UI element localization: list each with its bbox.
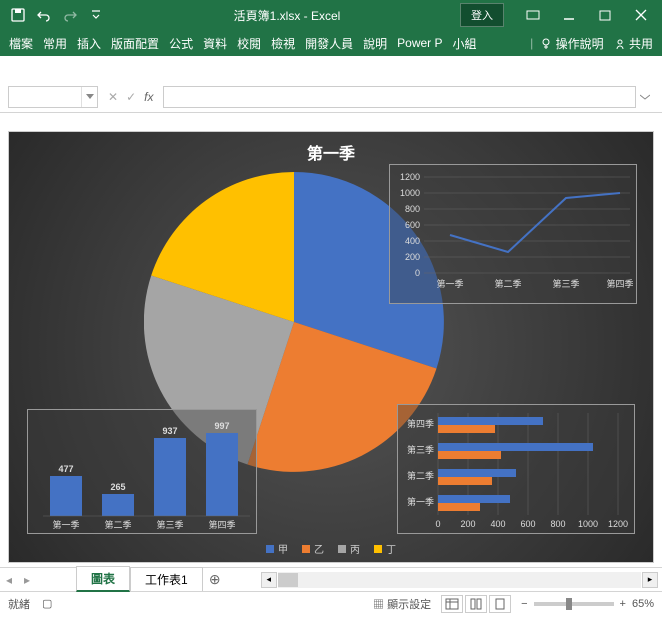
svg-text:第三季: 第三季 — [407, 444, 434, 455]
svg-text:937: 937 — [162, 426, 177, 436]
svg-text:第二季: 第二季 — [104, 519, 131, 530]
column-chart: 477 265 937 997 第一季 第二季 第三季 第四季 — [27, 409, 257, 534]
fx-label[interactable]: fx — [144, 90, 153, 104]
tell-me[interactable]: 操作說明 — [535, 31, 608, 56]
minimize-button[interactable] — [552, 3, 586, 27]
tab-team[interactable]: 小組 — [448, 31, 482, 56]
view-page-layout[interactable] — [465, 595, 487, 613]
add-sheet-button[interactable]: ⊕ — [203, 571, 227, 588]
tab-review[interactable]: 校閱 — [232, 31, 266, 56]
svg-text:1000: 1000 — [578, 519, 598, 529]
window-title: 活頁簿1.xlsx - Excel — [114, 7, 460, 24]
sheet-tab-chart[interactable]: 圖表 — [76, 566, 130, 592]
scroll-left[interactable]: ◂ — [261, 572, 277, 588]
share-button[interactable]: 共用 — [609, 31, 658, 56]
name-box-dropdown[interactable] — [81, 87, 97, 107]
redo-button[interactable] — [58, 3, 82, 27]
bar-chart: 第四季 第三季 第二季 第一季 0 200 400 600 800 1000 1… — [397, 404, 635, 534]
display-settings[interactable]: ▦ 顯示設定 — [373, 596, 431, 612]
tab-file[interactable]: 檔案 — [4, 31, 38, 56]
svg-text:第三季: 第三季 — [552, 278, 579, 289]
tab-help[interactable]: 說明 — [358, 31, 392, 56]
svg-text:400: 400 — [405, 236, 420, 246]
name-box[interactable] — [8, 86, 98, 108]
svg-text:第四季: 第四季 — [208, 519, 235, 530]
svg-text:477: 477 — [58, 464, 73, 474]
ribbon-tabs: 檔案 常用 插入 版面配置 公式 資料 校閱 檢視 開發人員 說明 Power … — [0, 30, 662, 56]
save-button[interactable] — [6, 3, 30, 27]
window-controls: 登入 — [460, 3, 662, 27]
svg-text:第一季: 第一季 — [407, 496, 434, 507]
titlebar: 活頁簿1.xlsx - Excel 登入 — [0, 0, 662, 30]
svg-text:997: 997 — [214, 421, 229, 431]
quick-access-toolbar — [0, 3, 114, 27]
tab-insert[interactable]: 插入 — [72, 31, 106, 56]
close-button[interactable] — [624, 3, 658, 27]
svg-text:265: 265 — [110, 482, 125, 492]
chart-object[interactable]: 第一季 1200 1000 800 — [8, 131, 654, 563]
qat-dropdown[interactable] — [84, 3, 108, 27]
view-page-break[interactable] — [489, 595, 511, 613]
login-button[interactable]: 登入 — [460, 3, 504, 27]
line-chart: 1200 1000 800 600 400 200 0 第一季 第二季 第三季 … — [389, 164, 637, 304]
zoom-slider[interactable] — [534, 602, 614, 606]
svg-text:600: 600 — [520, 519, 535, 529]
view-normal[interactable] — [441, 595, 463, 613]
sheet-nav-prev[interactable]: ◂ — [0, 569, 18, 591]
chart-title: 第一季 — [9, 140, 653, 164]
status-ready: 就緒 — [8, 596, 30, 612]
svg-text:第一季: 第一季 — [436, 278, 463, 289]
svg-text:第四季: 第四季 — [407, 418, 434, 429]
svg-text:200: 200 — [405, 252, 420, 262]
formula-bar: ✕ ✓ fx — [0, 56, 662, 113]
svg-text:800: 800 — [405, 204, 420, 214]
svg-text:1200: 1200 — [608, 519, 628, 529]
svg-text:0: 0 — [435, 519, 440, 529]
sheet-tab-sheet1[interactable]: 工作表1 — [130, 567, 203, 591]
svg-text:0: 0 — [415, 268, 420, 278]
macro-record-icon[interactable]: ▢ — [42, 597, 52, 610]
svg-text:第二季: 第二季 — [407, 470, 434, 481]
cancel-formula[interactable]: ✕ — [108, 90, 118, 104]
sheet-nav-next[interactable]: ▸ — [18, 569, 36, 591]
zoom-out[interactable]: − — [521, 598, 527, 610]
svg-text:200: 200 — [460, 519, 475, 529]
tab-layout[interactable]: 版面配置 — [106, 31, 164, 56]
maximize-button[interactable] — [588, 3, 622, 27]
scroll-right[interactable]: ▸ — [642, 572, 658, 588]
svg-text:第三季: 第三季 — [156, 519, 183, 530]
svg-text:800: 800 — [550, 519, 565, 529]
svg-text:400: 400 — [490, 519, 505, 529]
zoom-level[interactable]: 65% — [632, 598, 654, 610]
svg-text:600: 600 — [405, 220, 420, 230]
formula-expand[interactable] — [636, 92, 654, 102]
formula-input[interactable] — [163, 86, 636, 108]
enter-formula[interactable]: ✓ — [126, 90, 136, 104]
worksheet-viewport: 第一季 1200 1000 800 — [0, 113, 662, 567]
status-bar: 就緒 ▢ ▦ 顯示設定 − + 65% — [0, 591, 662, 615]
chart-legend: 甲 乙 丙 丁 — [9, 541, 653, 556]
svg-text:第一季: 第一季 — [52, 519, 79, 530]
tab-developer[interactable]: 開發人員 — [300, 31, 358, 56]
tab-data[interactable]: 資料 — [198, 31, 232, 56]
svg-text:1200: 1200 — [400, 172, 420, 182]
zoom-in[interactable]: + — [620, 598, 626, 610]
tab-power[interactable]: Power P — [392, 32, 447, 54]
svg-text:第四季: 第四季 — [606, 278, 633, 289]
sheet-tab-bar: ◂ ▸ 圖表 工作表1 ⊕ ◂ ▸ — [0, 567, 662, 591]
undo-button[interactable] — [32, 3, 56, 27]
tab-view[interactable]: 檢視 — [266, 31, 300, 56]
svg-text:第二季: 第二季 — [494, 278, 521, 289]
tab-formulas[interactable]: 公式 — [164, 31, 198, 56]
zoom-control[interactable]: − + 65% — [521, 598, 654, 610]
ribbon-options-button[interactable] — [516, 3, 550, 27]
tab-home[interactable]: 常用 — [38, 31, 72, 56]
svg-text:1000: 1000 — [400, 188, 420, 198]
horizontal-scrollbar[interactable]: ◂ ▸ — [257, 572, 662, 588]
